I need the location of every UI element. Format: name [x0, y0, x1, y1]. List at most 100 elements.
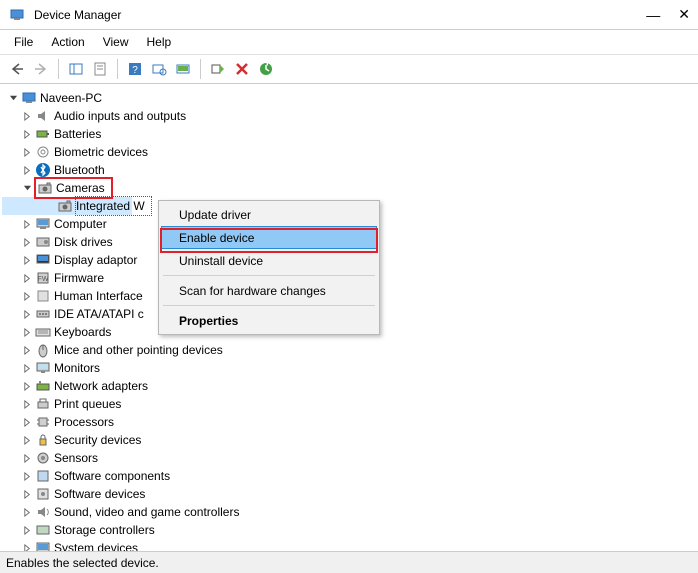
expand-toggle[interactable]	[20, 433, 34, 447]
expand-toggle[interactable]	[20, 379, 34, 393]
minimize-button[interactable]: —	[646, 7, 660, 23]
close-button[interactable]: ✕	[678, 6, 690, 23]
tree-category-label: Keyboards	[54, 323, 117, 341]
expand-toggle[interactable]	[20, 289, 34, 303]
tree-category-label: Sensors	[54, 449, 104, 467]
uninstall-button[interactable]	[231, 58, 253, 80]
svg-text:?: ?	[132, 65, 138, 76]
expand-toggle[interactable]	[20, 541, 34, 551]
context-menu-item[interactable]: Update driver	[161, 203, 377, 226]
expand-toggle[interactable]	[20, 469, 34, 483]
tree-category-label: Human Interface	[54, 287, 149, 305]
tree-device-label: Integrated W	[76, 197, 151, 215]
back-button[interactable]	[6, 58, 28, 80]
tree-category-label: Storage controllers	[54, 521, 161, 539]
enable-button[interactable]	[207, 58, 229, 80]
expand-toggle[interactable]	[20, 145, 34, 159]
audio-icon	[35, 108, 51, 124]
forward-button[interactable]	[30, 58, 52, 80]
expand-toggle[interactable]	[20, 361, 34, 375]
tree-category[interactable]: Software components	[2, 467, 698, 485]
expand-toggle[interactable]	[20, 523, 34, 537]
expand-toggle[interactable]	[20, 307, 34, 321]
keyboard-icon	[35, 324, 51, 340]
camera-icon	[37, 180, 53, 196]
expand-toggle[interactable]	[20, 217, 34, 231]
tree-category[interactable]: Sensors	[2, 449, 698, 467]
tree-category-label: Network adapters	[54, 377, 154, 395]
expand-toggle[interactable]	[20, 415, 34, 429]
context-menu-item[interactable]: Properties	[161, 309, 377, 332]
expand-toggle[interactable]	[20, 253, 34, 267]
expand-toggle[interactable]	[20, 487, 34, 501]
tree-root-node[interactable]: Naveen-PC	[2, 89, 698, 107]
tree-category[interactable]: System devices	[2, 539, 698, 551]
ide-icon	[35, 306, 51, 322]
tree-category[interactable]: Audio inputs and outputs	[2, 107, 698, 125]
show-hide-tree-button[interactable]	[65, 58, 87, 80]
cpu-icon	[35, 414, 51, 430]
sound-icon	[35, 504, 51, 520]
tree-category[interactable]: Batteries	[2, 125, 698, 143]
highlight-box: Cameras	[34, 177, 113, 199]
collapse-toggle[interactable]	[20, 181, 34, 195]
hid-icon	[35, 288, 51, 304]
tree-category-label: Software components	[54, 467, 176, 485]
expand-toggle[interactable]	[20, 325, 34, 339]
tree-category-label: Biometric devices	[54, 143, 154, 161]
scan-hardware-button[interactable]	[148, 58, 170, 80]
tree-category[interactable]: Monitors	[2, 359, 698, 377]
expand-toggle[interactable]	[20, 505, 34, 519]
context-menu-item[interactable]: Uninstall device	[161, 249, 377, 272]
window-title: Device Manager	[34, 8, 121, 22]
tree-device[interactable]: Integrated W	[2, 197, 132, 215]
expand-toggle[interactable]	[20, 127, 34, 141]
softdev-icon	[35, 486, 51, 502]
tree-category-label: Cameras	[56, 179, 111, 197]
bluetooth-icon	[35, 162, 51, 178]
refresh-button[interactable]	[255, 58, 277, 80]
context-menu: Update driverEnable deviceUninstall devi…	[158, 200, 380, 335]
titlebar: Device Manager — ✕	[0, 0, 698, 30]
system-icon	[35, 540, 51, 551]
expand-toggle[interactable]	[20, 397, 34, 411]
collapse-toggle[interactable]	[6, 91, 20, 105]
firmware-icon	[35, 270, 51, 286]
disk-icon	[35, 234, 51, 250]
properties-button[interactable]	[89, 58, 111, 80]
expand-toggle[interactable]	[20, 271, 34, 285]
tree-category[interactable]: Security devices	[2, 431, 698, 449]
context-menu-item[interactable]: Enable device	[161, 226, 377, 249]
menu-separator	[163, 275, 375, 276]
tree-category[interactable]: Network adapters	[2, 377, 698, 395]
context-menu-item[interactable]: Scan for hardware changes	[161, 279, 377, 302]
tree-category[interactable]: Biometric devices	[2, 143, 698, 161]
network-icon	[35, 378, 51, 394]
tree-category[interactable]: Processors	[2, 413, 698, 431]
tree-category[interactable]: Storage controllers	[2, 521, 698, 539]
menu-help[interactable]: Help	[139, 32, 180, 52]
menu-action[interactable]: Action	[43, 32, 92, 52]
tree-category[interactable]: Sound, video and game controllers	[2, 503, 698, 521]
tree-category[interactable]: Software devices	[2, 485, 698, 503]
tree-category[interactable]: Print queues	[2, 395, 698, 413]
sensor-icon	[35, 450, 51, 466]
expand-toggle[interactable]	[20, 235, 34, 249]
menu-file[interactable]: File	[6, 32, 41, 52]
display-icon	[35, 252, 51, 268]
pc-icon	[21, 90, 37, 106]
tree-category-label: Display adaptor	[54, 251, 143, 269]
expand-toggle[interactable]	[20, 451, 34, 465]
update-driver-button[interactable]	[172, 58, 194, 80]
menu-view[interactable]: View	[95, 32, 137, 52]
security-icon	[35, 432, 51, 448]
tree-category-label: Security devices	[54, 431, 147, 449]
tree-category[interactable]: Mice and other pointing devices	[2, 341, 698, 359]
help-button[interactable]: ?	[124, 58, 146, 80]
tree-category-label: IDE ATA/ATAPI c	[54, 305, 150, 323]
expand-toggle[interactable]	[20, 163, 34, 177]
expand-toggle[interactable]	[20, 343, 34, 357]
expand-toggle[interactable]	[20, 109, 34, 123]
tree-category[interactable]: Cameras	[2, 179, 698, 197]
storage-icon	[35, 522, 51, 538]
